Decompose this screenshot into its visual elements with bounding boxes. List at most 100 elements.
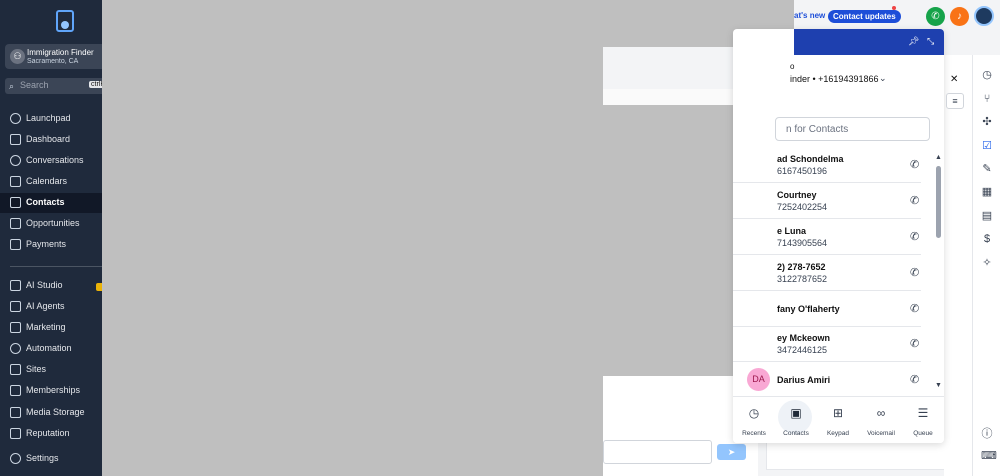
close-icon[interactable]: ✕	[950, 74, 958, 85]
sidebar-item-contacts[interactable]: Contacts	[0, 193, 102, 213]
scroll-down-arrow[interactable]: ▼	[935, 382, 942, 389]
memberships-icon	[10, 385, 21, 396]
contact-name: Courtney	[777, 190, 817, 200]
contacts-icon	[10, 197, 21, 208]
redacted-overlay-bottom	[102, 376, 603, 476]
contact-row[interactable]: ey Mckeown 3472446125 ✆	[733, 326, 921, 362]
sidebar-item-label: Payments	[26, 239, 67, 249]
contact-search-placeholder: n for Contacts	[786, 124, 849, 135]
contact-row[interactable]: Courtney 7252402254 ✆	[733, 183, 921, 219]
contact-name: fany O'flaherty	[777, 304, 840, 314]
account-switcher[interactable]: ⚇ Immigration Finder Sacramento, CA	[5, 44, 102, 69]
workflow-icon[interactable]: ⑂	[981, 93, 993, 105]
apps-icon[interactable]: ✣	[981, 116, 993, 128]
call-icon[interactable]: ✆	[910, 373, 919, 386]
scroll-up-arrow[interactable]: ▲	[935, 154, 942, 161]
gear-icon	[10, 453, 21, 464]
user-avatar[interactable]	[974, 6, 994, 26]
contact-row[interactable]: 2) 278-7652 3122787652 ✆	[733, 255, 921, 291]
history-icon[interactable]: ◷	[981, 69, 993, 81]
sidebar-item-label: Contacts	[26, 197, 65, 207]
sidebar-item-label: AI Studio	[26, 280, 63, 290]
call-icon[interactable]: ✆	[910, 194, 919, 207]
tab-label: Recents	[742, 430, 766, 437]
account-location: Sacramento, CA	[27, 58, 79, 65]
sidebar-item-label: Sites	[26, 364, 47, 374]
keyboard-icon[interactable]: ⌨	[981, 450, 997, 462]
calendar-icon	[10, 176, 21, 187]
contact-row[interactable]: DA Darius Amiri ✆	[733, 362, 921, 398]
sidebar-item-memberships[interactable]: Memberships	[0, 381, 102, 401]
phone-button[interactable]: ✆	[926, 7, 945, 26]
sidebar-item-opportunities[interactable]: Opportunities	[0, 214, 102, 234]
scrollbar-thumb[interactable]	[936, 166, 941, 238]
contact-updates-button[interactable]: Contact updates	[828, 10, 901, 23]
document-icon[interactable]: ▤	[981, 210, 993, 222]
notifications-button[interactable]: ♪	[950, 7, 969, 26]
message-input[interactable]	[603, 440, 712, 464]
sidebar-item-marketing[interactable]: Marketing	[0, 318, 102, 338]
sidebar: ⚇ Immigration Finder Sacramento, CA ⌕ Se…	[0, 0, 107, 476]
send-icon	[10, 322, 21, 333]
account-name: Immigration Finder	[27, 48, 94, 57]
tab-keypad[interactable]: ⊞ Keypad	[818, 400, 858, 440]
chevron-down-icon[interactable]: ⌄	[879, 73, 887, 84]
call-icon[interactable]: ✆	[910, 302, 919, 315]
sidebar-item-launchpad[interactable]: Launchpad	[0, 109, 102, 129]
sparkle-icon	[10, 301, 21, 312]
contact-name: 2) 278-7652	[777, 262, 826, 272]
sidebar-item-label: Settings	[26, 453, 59, 463]
sidebar-item-label: Reputation	[26, 428, 70, 438]
tasks-icon[interactable]: ☑	[981, 140, 993, 152]
dollar-icon[interactable]: $	[981, 233, 993, 245]
sidebar-item-label: Marketing	[26, 322, 66, 332]
contact-row[interactable]: e Luna 7143905564 ✆	[733, 219, 921, 255]
sidebar-item-media-storage[interactable]: Media Storage	[0, 403, 102, 423]
sidebar-search[interactable]: ⌕ Search ctrlK	[5, 78, 107, 94]
clock-icon: ◷	[748, 406, 760, 420]
contact-number: 3472446125	[777, 345, 828, 355]
sidebar-item-ai-agents[interactable]: AI Agents	[0, 297, 102, 317]
minimize-icon[interactable]: ⤡	[927, 36, 934, 47]
sidebar-item-settings[interactable]: Settings	[0, 449, 102, 469]
image-icon	[10, 407, 21, 418]
pen-icon[interactable]: ✎	[981, 163, 993, 175]
sidebar-item-calendars[interactable]: Calendars	[0, 172, 102, 192]
contact-name: Darius Amiri	[777, 375, 831, 385]
magic-icon[interactable]: ✧	[981, 257, 993, 269]
whats-new-link[interactable]: at's new	[794, 11, 825, 20]
tab-voicemail[interactable]: ∞ Voicemail	[861, 400, 901, 440]
sidebar-item-conversations[interactable]: Conversations	[0, 151, 102, 171]
tab-recents[interactable]: ◷ Recents	[734, 400, 774, 440]
tab-label: Keypad	[826, 430, 850, 437]
pin-icon[interactable]: 📌︎	[908, 36, 919, 47]
contact-avatar: DA	[747, 368, 770, 391]
call-icon[interactable]: ✆	[910, 230, 919, 243]
contact-search-input[interactable]: n for Contacts	[775, 117, 930, 141]
sidebar-item-ai-studio[interactable]: AI Studio	[0, 276, 102, 296]
sidebar-item-automation[interactable]: Automation	[0, 339, 102, 359]
contact-number: 3122787652	[777, 274, 828, 284]
phone-line-label: o	[790, 62, 795, 71]
phone-panel-header	[794, 29, 944, 55]
tab-label: Queue	[913, 430, 933, 437]
call-icon[interactable]: ✆	[910, 266, 919, 279]
contact-number: 6167450196	[777, 166, 828, 176]
phone-line-number[interactable]: inder • +16194391866	[790, 74, 878, 84]
contact-number: 7252402254	[777, 202, 828, 212]
sidebar-item-reputation[interactable]: Reputation	[0, 424, 102, 444]
tab-queue[interactable]: ☰ Queue	[903, 400, 943, 440]
tab-contacts[interactable]: ▣ Contacts	[776, 400, 816, 440]
contact-row[interactable]: fany O'flaherty ✆	[733, 291, 921, 327]
sidebar-item-payments[interactable]: Payments	[0, 235, 102, 255]
contact-row[interactable]: ad Schondelma 6167450196 ✆	[733, 147, 921, 183]
filter-icon[interactable]: ≡	[946, 93, 964, 109]
sidebar-item-dashboard[interactable]: Dashboard	[0, 130, 102, 150]
call-icon[interactable]: ✆	[910, 337, 919, 350]
call-icon[interactable]: ✆	[910, 158, 919, 171]
send-button[interactable]: ➤	[717, 444, 746, 460]
rocket-icon	[10, 113, 21, 124]
calendar-icon[interactable]: ▦	[981, 186, 993, 198]
info-icon[interactable]: ⓘ	[981, 428, 993, 440]
sidebar-item-sites[interactable]: Sites	[0, 360, 102, 380]
